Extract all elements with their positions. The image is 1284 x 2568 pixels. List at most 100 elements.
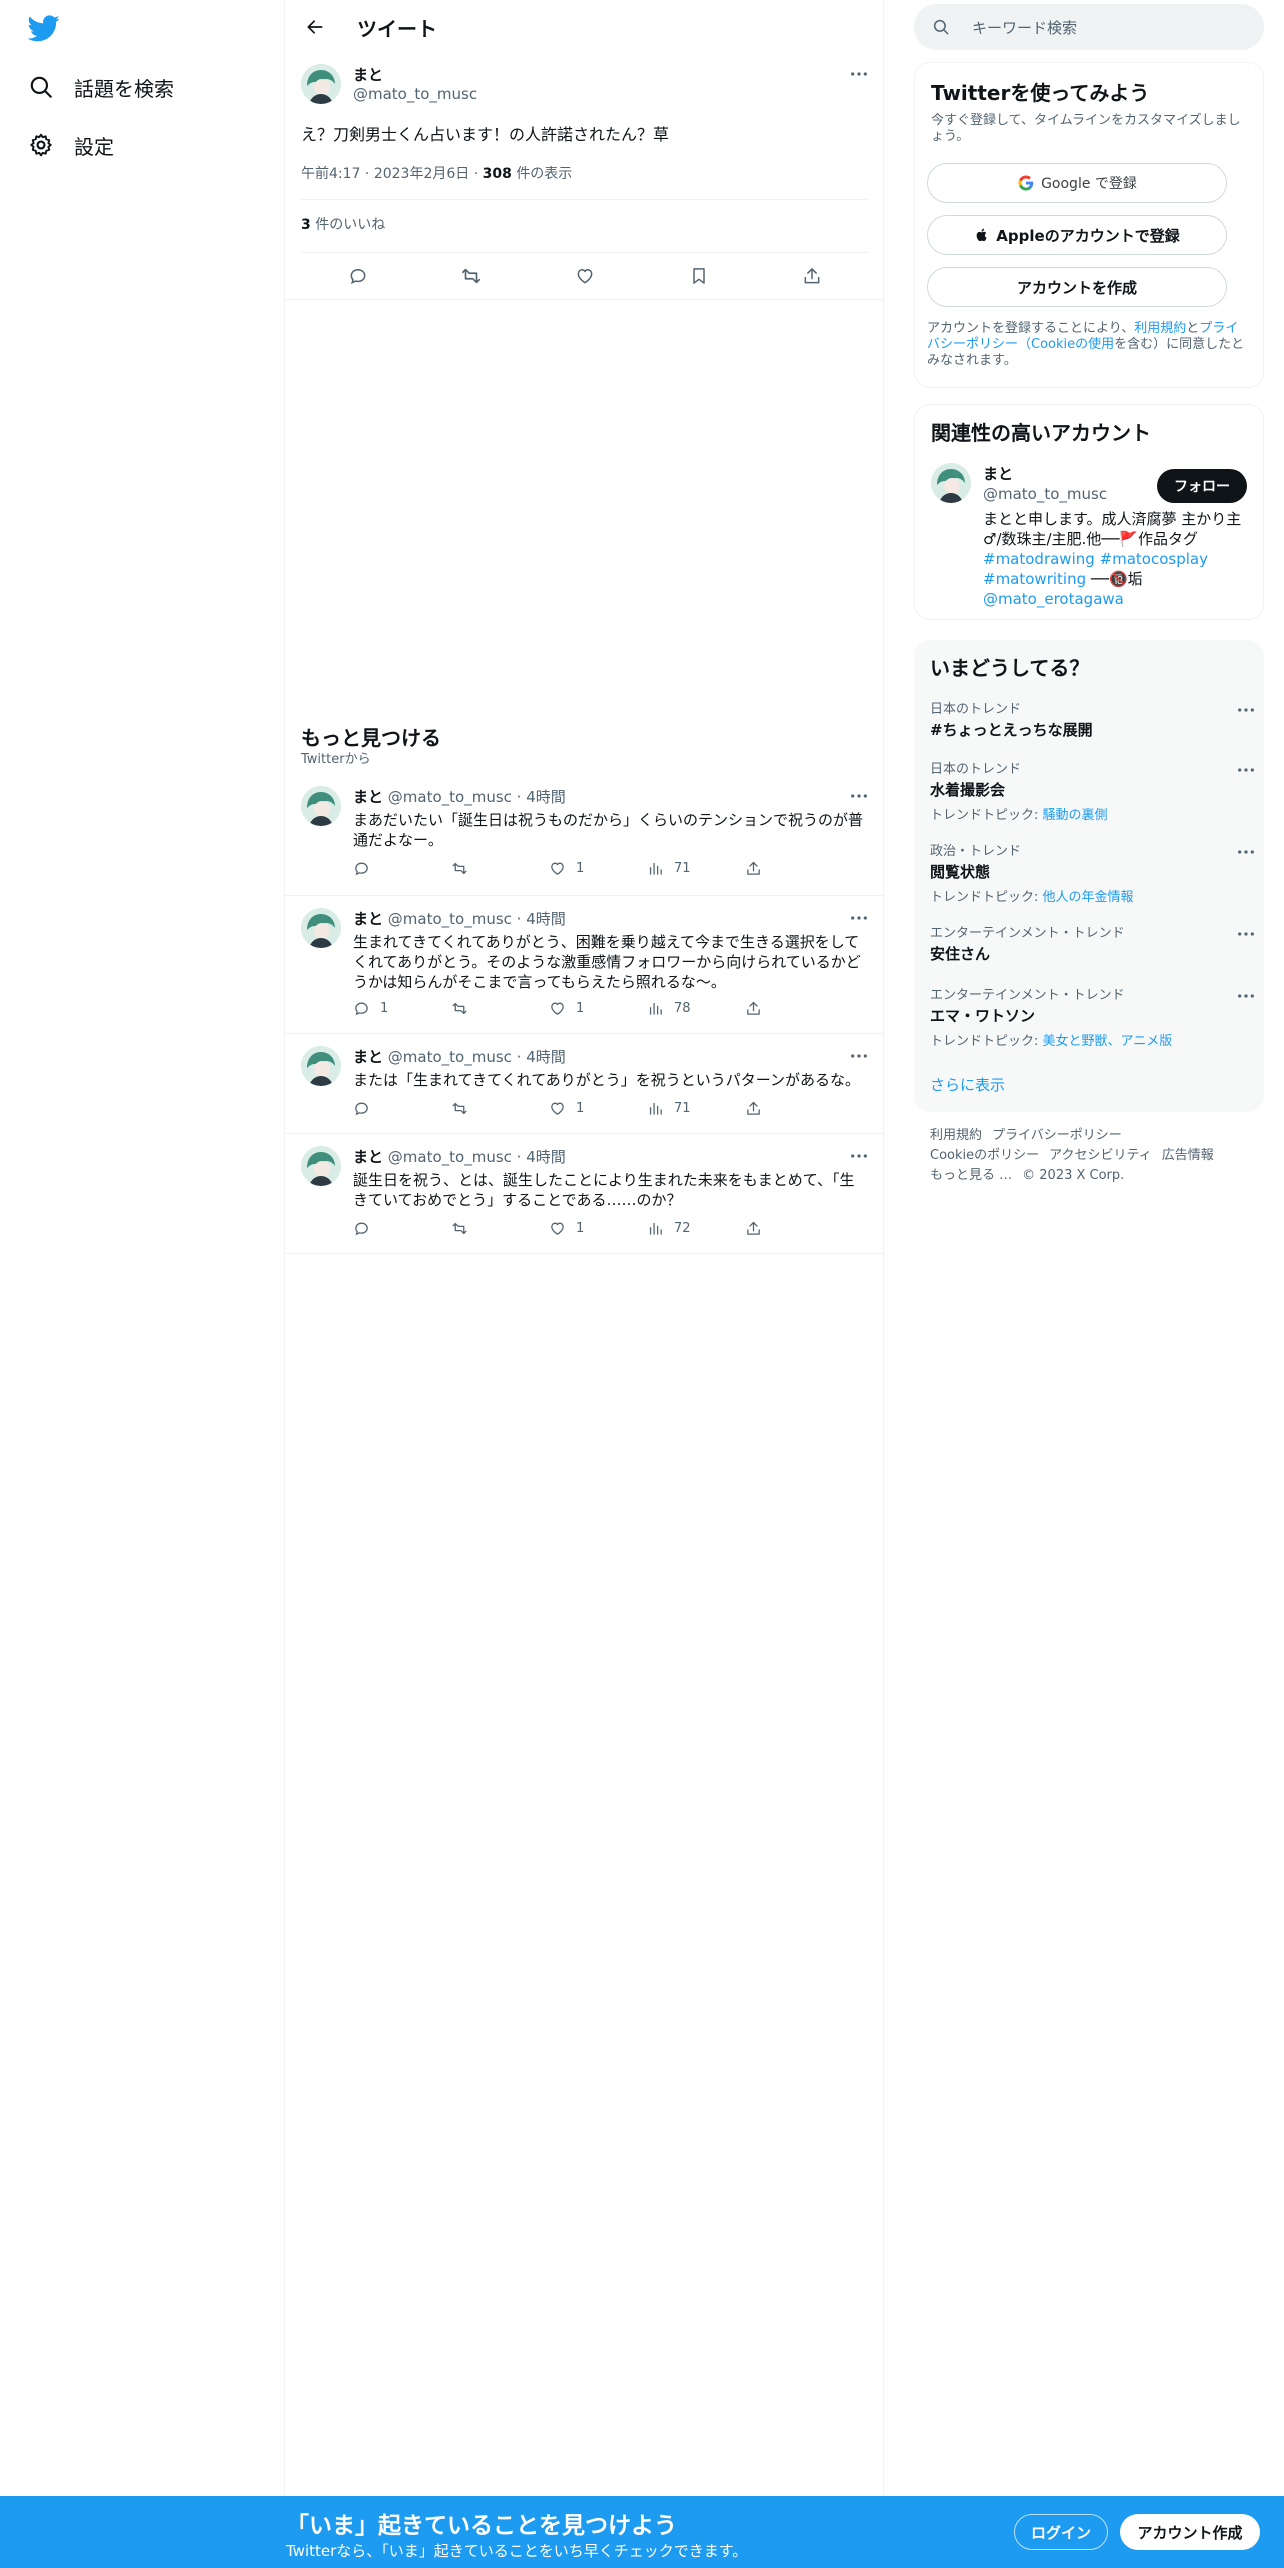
tweet-card[interactable]: まと @mato_to_musc · 4時間 まあだいたい「誕生日は祝うものだか… xyxy=(285,774,885,896)
author-name[interactable]: まと xyxy=(353,788,383,806)
bookmark-icon[interactable] xyxy=(688,265,710,287)
views-button[interactable]: 71 xyxy=(647,860,745,877)
signup-button[interactable]: アカウント作成 xyxy=(1120,2514,1260,2550)
retweet-button[interactable] xyxy=(451,1000,549,1017)
tweet-card[interactable]: まと @mato_to_musc · 4時間 生まれてきてくれてありがとう、困難… xyxy=(285,896,885,1034)
reply-icon[interactable] xyxy=(347,265,369,287)
views-button[interactable]: 78 xyxy=(647,1000,745,1017)
back-button[interactable] xyxy=(301,13,329,41)
search-input[interactable]: キーワード検索 xyxy=(972,17,1077,38)
retweet-button[interactable] xyxy=(451,1100,549,1117)
author-name[interactable]: まと xyxy=(353,1048,383,1066)
search-box[interactable]: キーワード検索 xyxy=(914,4,1264,50)
like-button[interactable]: 1 xyxy=(549,1220,647,1237)
author-handle[interactable]: @mato_to_musc xyxy=(388,788,512,806)
footer-link[interactable]: Cookieのポリシー xyxy=(930,1148,1039,1163)
tweet-time[interactable]: 4時間 xyxy=(526,910,566,928)
likes-link[interactable]: 3 件のいいね xyxy=(301,214,385,234)
twitter-logo-icon[interactable] xyxy=(27,12,64,48)
retweet-button[interactable] xyxy=(451,860,549,877)
author-name[interactable]: まと xyxy=(353,1148,383,1166)
tweet-timestamp[interactable]: 午前4:17 · 2023年2月6日 · 308 件の表示 xyxy=(301,163,572,183)
trend-item[interactable]: 日本のトレンド #ちょっとえっちな展開 xyxy=(930,698,1254,740)
trend-item[interactable]: エンターテインメント・トレンド 安住さん xyxy=(930,922,1254,964)
google-signup-button[interactable]: Google で登録 xyxy=(927,163,1227,203)
tweet-time[interactable]: 4時間 xyxy=(526,1148,566,1166)
footer-link[interactable]: 利用規約 xyxy=(930,1128,982,1143)
avatar[interactable] xyxy=(931,463,971,503)
views-button[interactable]: 72 xyxy=(647,1220,745,1237)
author-name[interactable]: まと xyxy=(353,910,383,928)
like-button[interactable]: 1 xyxy=(549,860,647,877)
share-icon[interactable] xyxy=(801,265,823,287)
more-options-icon[interactable] xyxy=(1236,986,1256,1006)
tweet-text: まあだいたい「誕生日は祝うものだから」くらいのテンションで祝うのが普通だよなー。 xyxy=(353,811,864,849)
avatar[interactable] xyxy=(301,908,341,948)
footer-link[interactable]: プライバシーポリシー xyxy=(992,1128,1122,1143)
tweet-time[interactable]: 4時間 xyxy=(526,1048,566,1066)
trend-topic-link[interactable]: 騒動の裏側 xyxy=(1043,808,1108,823)
share-button[interactable] xyxy=(745,860,762,877)
trend-topic-link[interactable]: 他人の年金情報 xyxy=(1043,890,1134,905)
reply-button[interactable] xyxy=(353,860,451,877)
author-handle[interactable]: @mato_to_musc xyxy=(353,85,477,103)
reply-icon xyxy=(355,1222,368,1236)
more-options-icon[interactable] xyxy=(849,1146,869,1166)
apple-signup-button[interactable]: Appleのアカウントで登録 xyxy=(927,215,1227,255)
footer-link[interactable]: 広告情報 xyxy=(1162,1148,1214,1163)
like-button[interactable]: 1 xyxy=(549,1000,647,1017)
share-button[interactable] xyxy=(745,1220,762,1237)
avatar[interactable] xyxy=(301,1146,341,1186)
show-more-link[interactable]: さらに表示 xyxy=(930,1074,1005,1095)
footer-link[interactable]: アクセシビリティ xyxy=(1049,1148,1152,1163)
author-handle[interactable]: @mato_to_musc xyxy=(388,1048,512,1066)
retweet-button[interactable] xyxy=(451,1220,549,1237)
terms-link[interactable]: 利用規約 xyxy=(1134,321,1186,336)
trend-item[interactable]: 日本のトレンド 水着撮影会 トレンドトピック: 騒動の裏側 xyxy=(930,758,1254,823)
reply-button[interactable]: 1 xyxy=(353,1000,451,1017)
tweet-card[interactable]: まと @mato_to_musc · 4時間 誕生日を祝う、とは、誕生したことに… xyxy=(285,1134,885,1254)
more-options-icon[interactable] xyxy=(1236,842,1256,862)
more-options-icon[interactable] xyxy=(1236,924,1256,944)
share-icon xyxy=(747,1221,760,1235)
avatar[interactable] xyxy=(301,786,341,826)
heart-icon[interactable] xyxy=(574,265,596,287)
more-options-icon[interactable] xyxy=(849,64,869,84)
views-button[interactable]: 71 xyxy=(647,1100,745,1117)
cookie-link[interactable]: Cookieの使用 xyxy=(1031,337,1114,352)
related-handle[interactable]: @mato_to_musc xyxy=(983,485,1107,503)
more-options-icon[interactable] xyxy=(1236,760,1256,780)
nav-item-settings[interactable]: 設定 xyxy=(28,125,114,165)
trend-topic-link[interactable]: 美女と野獣、アニメ版 xyxy=(1043,1034,1173,1049)
bio-mention[interactable]: @mato_erotagawa xyxy=(983,590,1124,608)
login-button[interactable]: ログイン xyxy=(1014,2514,1108,2550)
footer-link[interactable]: もっと見る … xyxy=(930,1168,1012,1183)
tweet-time[interactable]: 4時間 xyxy=(526,788,566,806)
like-button[interactable]: 1 xyxy=(549,1100,647,1117)
nav-item-explore[interactable]: 話題を検索 xyxy=(28,67,174,107)
author-handle[interactable]: @mato_to_musc xyxy=(388,1148,512,1166)
follow-button[interactable]: フォロー xyxy=(1157,469,1247,503)
share-button[interactable] xyxy=(745,1100,762,1117)
reply-button[interactable] xyxy=(353,1220,451,1237)
more-options-icon[interactable] xyxy=(849,1046,869,1066)
tweet-card[interactable]: まと @mato_to_musc · 4時間 または「生まれてきてくれてありがと… xyxy=(285,1034,885,1134)
more-options-icon[interactable] xyxy=(1236,700,1256,720)
avatar[interactable] xyxy=(301,64,341,104)
tweet-text: 生まれてきてくれてありがとう、困難を乗り越えて今まで生きる選択をしてくれてありが… xyxy=(353,933,861,991)
more-options-icon[interactable] xyxy=(849,908,869,928)
retweet-icon[interactable] xyxy=(460,265,482,287)
more-options-icon[interactable] xyxy=(849,786,869,806)
avatar[interactable] xyxy=(301,1046,341,1086)
related-name[interactable]: まと xyxy=(983,463,1013,484)
create-account-button[interactable]: アカウントを作成 xyxy=(927,267,1227,307)
trend-item[interactable]: エンターテインメント・トレンド エマ・ワトソン トレンドトピック: 美女と野獣、… xyxy=(930,984,1254,1049)
trend-item[interactable]: 政治・トレンド 閲覧状態 トレンドトピック: 他人の年金情報 xyxy=(930,840,1254,905)
author-handle[interactable]: @mato_to_musc xyxy=(388,910,512,928)
views-label: 件の表示 xyxy=(516,166,573,182)
apple-icon xyxy=(976,228,987,242)
reply-button[interactable] xyxy=(353,1100,451,1117)
share-button[interactable] xyxy=(745,1000,762,1017)
tweet-text: え？刀剣男士くん占います！の人許諾されたん？草 xyxy=(301,125,670,144)
author-name[interactable]: まと xyxy=(353,64,383,85)
